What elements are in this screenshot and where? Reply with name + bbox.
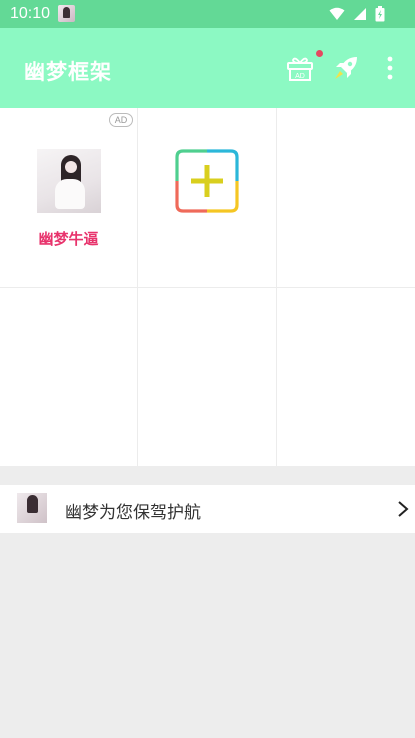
more-menu-button[interactable] <box>380 54 400 82</box>
app-grid: AD 幽梦牛逼 <box>0 108 415 466</box>
girl-avatar-icon <box>37 149 101 213</box>
app-cell-youmeng[interactable]: AD 幽梦牛逼 <box>0 108 137 287</box>
status-icons <box>329 6 385 22</box>
signal-icon <box>354 8 366 20</box>
app-bar: 幽梦框架 AD <box>0 28 415 108</box>
protection-text: 幽梦为您保驾护航 <box>65 503 201 523</box>
more-vert-icon <box>387 56 393 80</box>
battery-icon <box>375 6 385 22</box>
wifi-icon <box>329 7 345 20</box>
app-title: 幽梦框架 <box>24 60 112 84</box>
grid-divider <box>0 287 415 288</box>
status-time: 10:10 <box>10 5 51 22</box>
add-app-icon <box>175 149 239 213</box>
photo-thumbnail-icon <box>58 5 75 22</box>
gift-icon: AD <box>287 57 313 81</box>
protection-row[interactable]: 幽梦为您保驾护航 <box>0 485 415 533</box>
girl-avatar-icon <box>17 493 47 523</box>
add-app-button[interactable] <box>175 149 239 213</box>
ad-badge: AD <box>109 113 133 127</box>
rocket-icon <box>335 57 357 79</box>
gift-ad-button[interactable]: AD <box>286 54 314 82</box>
app-label: 幽梦牛逼 <box>38 230 99 248</box>
status-bar: 10:10 <box>0 0 415 28</box>
gift-ad-label: AD <box>295 73 305 80</box>
rocket-button[interactable] <box>332 54 360 82</box>
notification-dot <box>316 50 323 57</box>
chevron-right-icon <box>398 501 409 517</box>
